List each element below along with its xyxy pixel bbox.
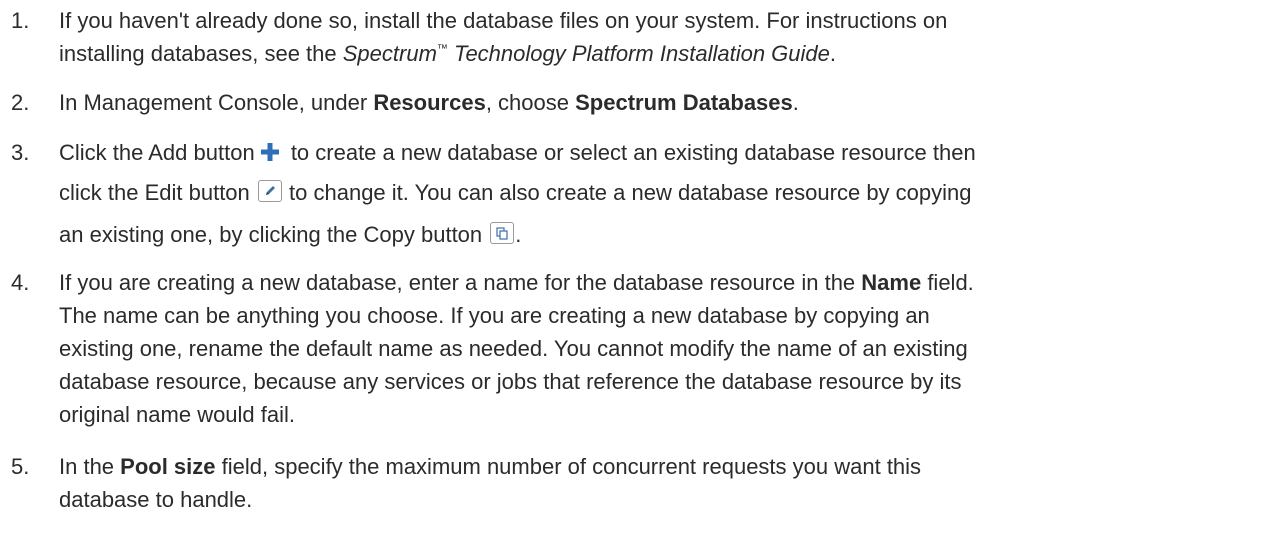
spectrum-databases-term: Spectrum Databases <box>575 90 793 115</box>
step-number: 1. <box>11 8 30 33</box>
pencil-icon <box>257 180 282 202</box>
copy-icon <box>490 222 515 244</box>
step-number: 4. <box>11 270 30 295</box>
step-5-line-2: database to handle. <box>59 487 253 512</box>
step-number: 2. <box>11 90 30 115</box>
step-4-line-2: The name can be anything you choose. If … <box>59 303 930 328</box>
step-text: Click the Add button to create a new dat… <box>59 136 1281 251</box>
pool-size-term: Pool size <box>120 454 216 479</box>
step-5-line-1: In the Pool size field, specify the maxi… <box>59 454 922 479</box>
step-1-text: installing databases, see the <box>59 41 343 66</box>
step-number: 5. <box>11 454 30 479</box>
step-1-line-2: installing databases, see the Spectrum™ … <box>59 41 836 66</box>
step-4-line-5: original name would fail. <box>59 402 296 427</box>
step-4-line-1: If you are creating a new database, ente… <box>59 270 974 295</box>
step-3-line-2: click the Edit button to change it. You … <box>59 180 972 205</box>
step-text: In Management Console, under Resources, … <box>59 90 799 115</box>
name-field-term: Name <box>861 270 922 295</box>
step-text: In the Pool size field, specify the maxi… <box>59 450 1281 516</box>
plus-icon <box>260 137 279 170</box>
installation-guide-title: Spectrum™ Technology Platform Installati… <box>342 41 830 66</box>
step-text: If you haven't already done so, install … <box>59 4 1281 70</box>
step-text: If you are creating a new database, ente… <box>59 266 1281 431</box>
step-number: 3. <box>11 140 30 165</box>
step-3-line-1: Click the Add button to create a new dat… <box>59 136 1281 176</box>
step-4-line-4: database resource, because any services … <box>59 369 962 394</box>
resources-term: Resources <box>373 90 486 115</box>
step-4-line-3: existing one, rename the default name as… <box>59 336 968 361</box>
step-3-line-3: an existing one, by clicking the Copy bu… <box>59 222 522 247</box>
step-1-line-1: If you haven't already done so, install … <box>59 8 948 33</box>
